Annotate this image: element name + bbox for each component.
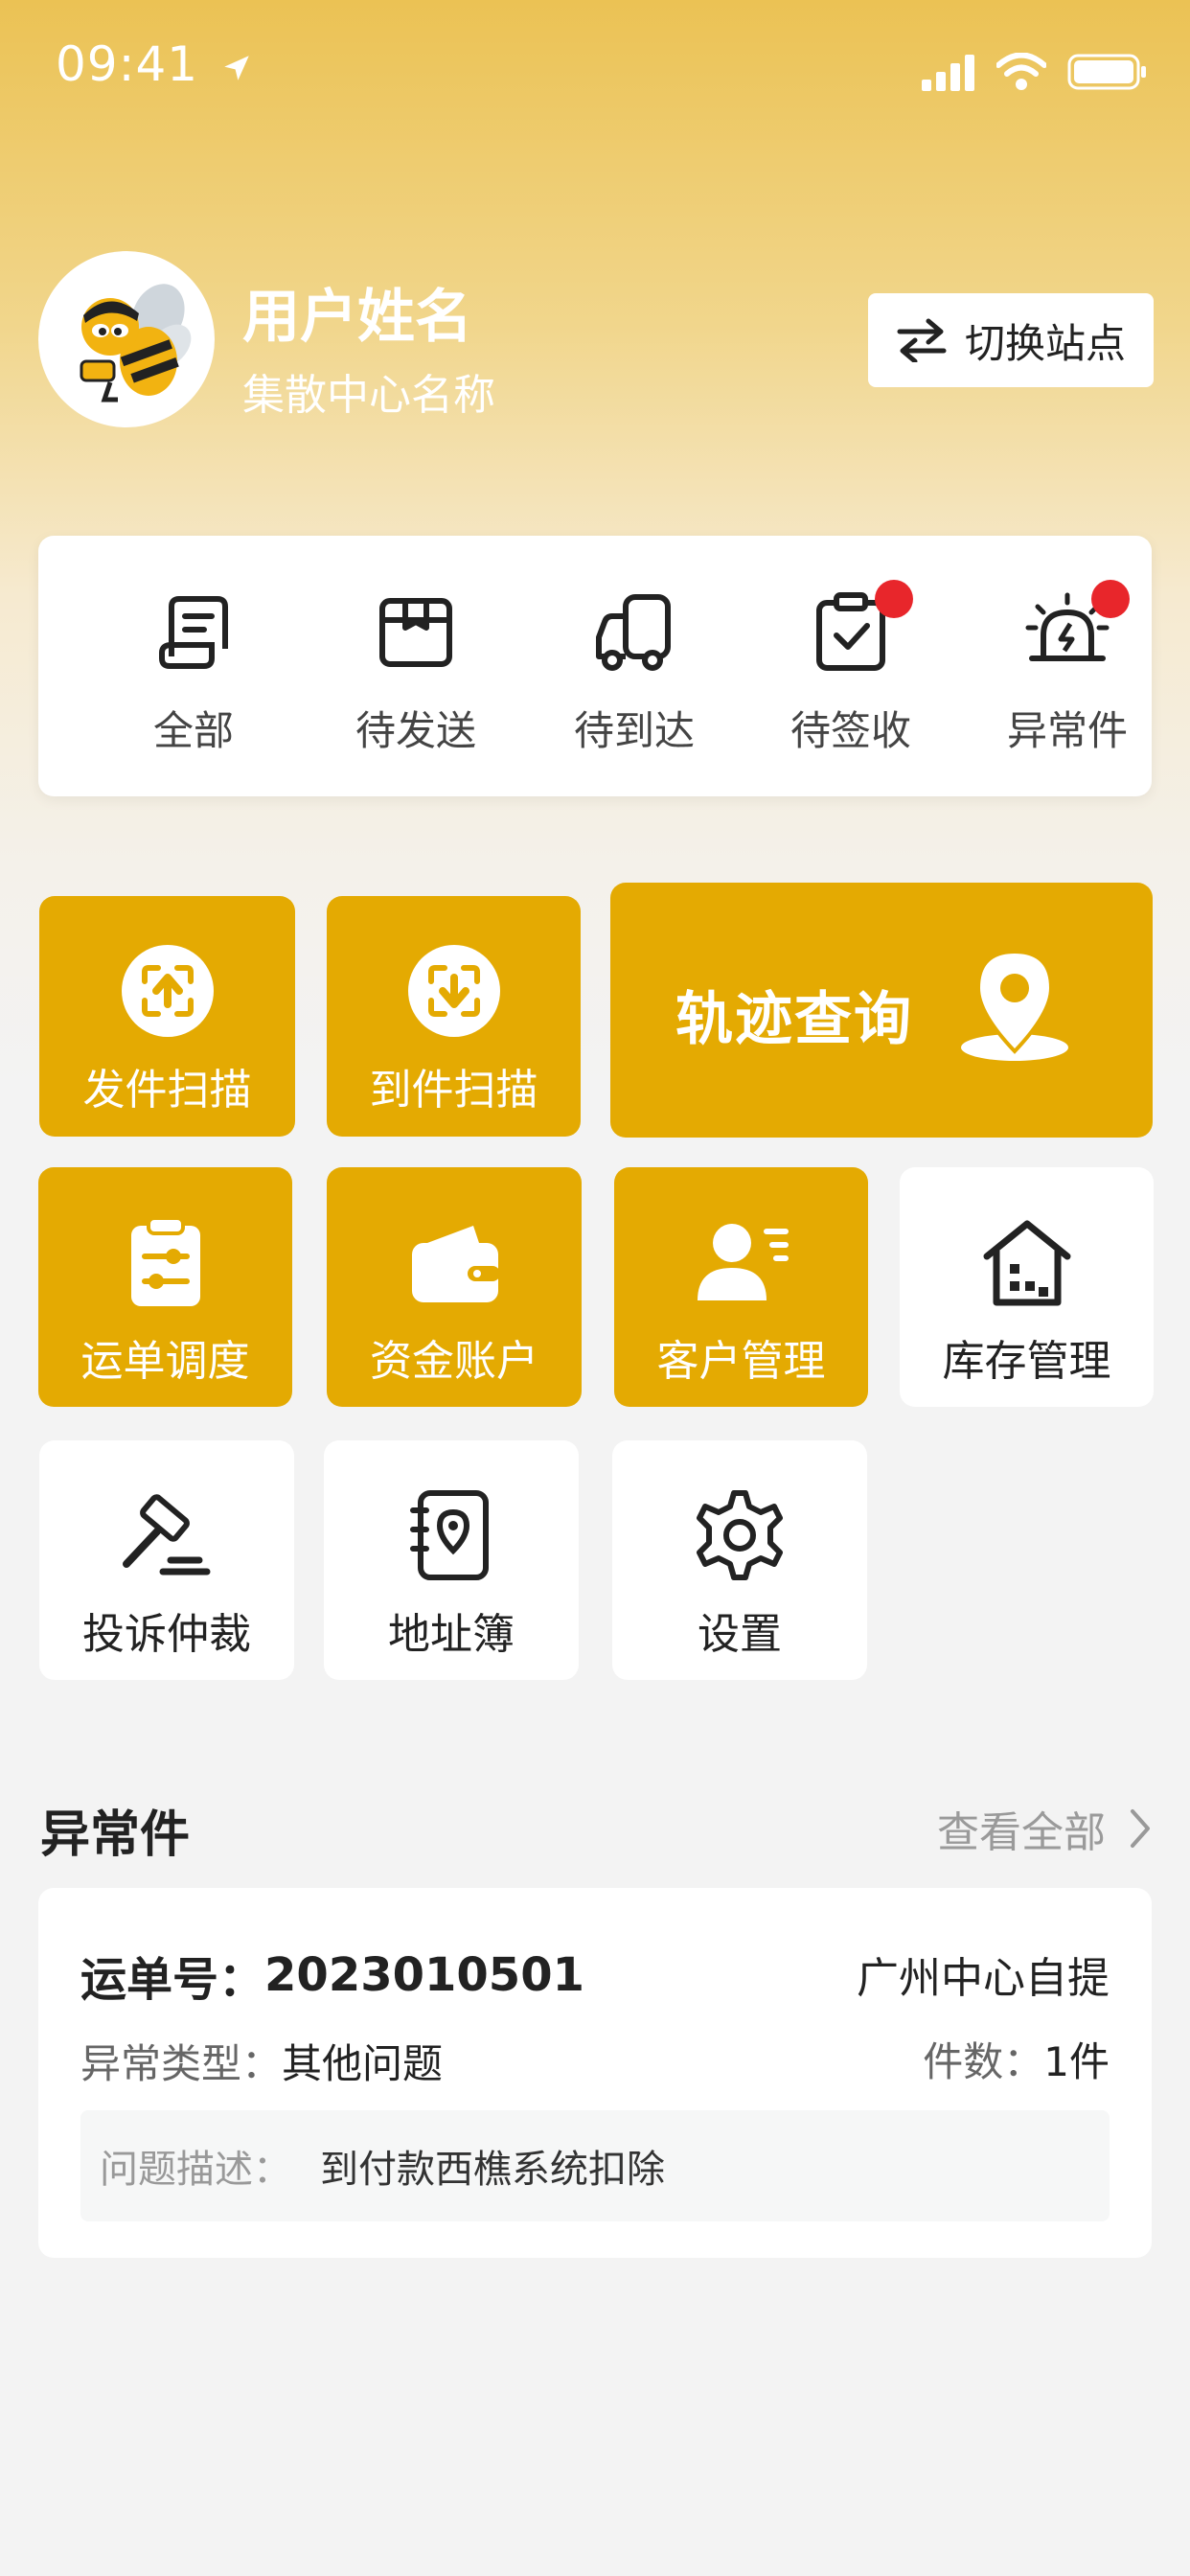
customer-card-icon [697, 1224, 789, 1300]
pickup-location: 广州中心自提 [857, 1954, 1110, 2003]
status-to-send[interactable]: 待发送 [330, 589, 502, 757]
customer-mgmt-tile[interactable]: 客户管理 [614, 1167, 868, 1407]
settings-label: 设置 [698, 1610, 782, 1659]
box-icon [379, 598, 452, 667]
warehouse-icon [983, 1220, 1070, 1306]
status-all-label: 全部 [152, 707, 234, 754]
signal-icon [922, 55, 974, 91]
waybill-dispatch-label: 运单调度 [80, 1337, 250, 1386]
status-abnormal-label: 异常件 [1006, 707, 1128, 754]
waybill-dispatch-tile[interactable]: 运单调度 [38, 1167, 292, 1407]
arrive-scan-tile[interactable]: 到件扫描 [327, 896, 581, 1137]
track-query-tile[interactable]: 轨迹查询 [610, 883, 1153, 1138]
abnormal-card[interactable]: 运单号： 2023010501 广州中心自提 异常类型： 其他问题 件数： 1件… [38, 1888, 1152, 2258]
location-arrow-icon [224, 55, 249, 80]
abnormal-type: 异常类型： 其他问题 [80, 2032, 443, 2090]
status-to-sign[interactable]: 待签收 [765, 580, 937, 757]
abnormal-badge [1091, 580, 1130, 618]
switch-station-label: 切换站点 [964, 319, 1126, 367]
view-all-label: 查看全部 [937, 1808, 1106, 1857]
wifi-icon [996, 53, 1046, 90]
truck-icon [596, 594, 671, 671]
waybill-number: 运单号： 2023010501 [80, 1942, 584, 2009]
status-time-text: 09:41 [56, 36, 199, 92]
problem-description-label: 问题描述： [100, 2148, 291, 2192]
fund-account-tile[interactable]: 资金账户 [327, 1167, 582, 1407]
address-book-label: 地址簿 [388, 1610, 515, 1659]
center-name: 集散中心名称 [242, 371, 495, 420]
status-time: 09:41 [56, 36, 253, 92]
arrive-scan-label: 到件扫描 [369, 1066, 538, 1115]
status-to-arrive[interactable]: 待到达 [548, 589, 721, 757]
waybill-value: 2023010501 [264, 1948, 584, 2002]
view-all-link[interactable]: 查看全部 [937, 1798, 1152, 1859]
gavel-icon [123, 1494, 211, 1576]
address-book-icon [410, 1490, 489, 1580]
status-to-sign-label: 待签收 [790, 707, 911, 754]
customer-mgmt-label: 客户管理 [656, 1337, 826, 1386]
swap-arrows-icon [897, 318, 947, 362]
upload-scan-icon [121, 945, 214, 1037]
document-icon [159, 596, 228, 669]
avatar[interactable] [38, 251, 215, 427]
inventory-mgmt-tile[interactable]: 库存管理 [900, 1167, 1154, 1407]
wallet-icon [412, 1226, 500, 1302]
status-indicators [922, 53, 1148, 91]
track-query-label: 轨迹查询 [675, 986, 913, 1053]
piece-count: 件数： 1件 [923, 2030, 1110, 2088]
download-scan-icon [407, 945, 500, 1037]
chevron-right-icon [1131, 1809, 1150, 1848]
status-abnormal[interactable]: 异常件 [981, 580, 1154, 757]
complaint-label: 投诉仲裁 [82, 1610, 251, 1659]
send-scan-tile[interactable]: 发件扫描 [39, 896, 295, 1137]
status-all[interactable]: 全部 [107, 589, 280, 757]
location-pin-icon [961, 949, 1068, 1061]
abnormal-type-label: 异常类型： [80, 2040, 283, 2087]
abnormal-section-title: 异常件 [40, 1806, 191, 1864]
switch-station-button[interactable]: 切换站点 [868, 293, 1154, 387]
abnormal-type-value: 其他问题 [282, 2040, 444, 2087]
send-scan-label: 发件扫描 [82, 1066, 252, 1115]
fund-account-label: 资金账户 [370, 1337, 538, 1386]
clipboard-sliders-icon [130, 1216, 200, 1306]
gear-icon [697, 1490, 783, 1580]
piece-count-value: 1件 [1043, 2038, 1110, 2085]
waybill-label: 运单号： [80, 1953, 265, 2007]
problem-description-value: 到付款西樵系统扣除 [320, 2148, 665, 2192]
to-sign-badge [875, 580, 913, 618]
address-book-tile[interactable]: 地址簿 [324, 1440, 579, 1680]
status-to-send-label: 待发送 [355, 707, 476, 754]
user-name: 用户姓名 [242, 284, 472, 351]
bee-mascot-icon [80, 284, 192, 402]
complaint-tile[interactable]: 投诉仲裁 [39, 1440, 294, 1680]
order-status-card: 全部 待发送 待到达 待签收 异常件 [38, 536, 1152, 796]
piece-count-label: 件数： [923, 2038, 1044, 2085]
problem-description: 问题描述： 到付款西樵系统扣除 [80, 2110, 1110, 2221]
settings-tile[interactable]: 设置 [612, 1440, 867, 1680]
status-to-arrive-label: 待到达 [573, 707, 695, 754]
inventory-mgmt-label: 库存管理 [942, 1337, 1111, 1386]
battery-icon [1067, 54, 1146, 90]
